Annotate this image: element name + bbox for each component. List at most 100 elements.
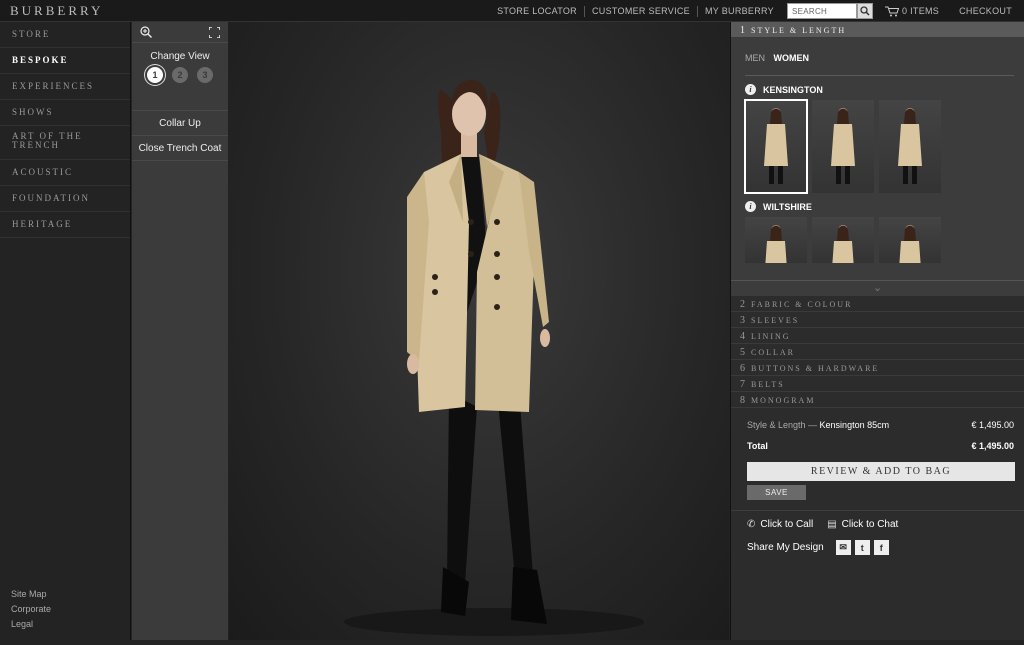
step-label: LINING [751, 332, 791, 341]
search-button[interactable] [856, 3, 873, 19]
cart-icon [884, 6, 899, 16]
step-style-length[interactable]: 1 STYLE & LENGTH [731, 22, 1024, 38]
view-panel: Change View 1 2 3 Collar Up Close Trench… [132, 22, 229, 640]
style-thumbnail[interactable] [744, 99, 808, 194]
step-label: BUTTONS & HARDWARE [751, 364, 880, 373]
chevron-down-icon[interactable]: ⌄ [731, 280, 1024, 294]
step-number: 4 [740, 331, 745, 342]
step-label: STYLE & LENGTH [751, 26, 847, 35]
facebook-icon[interactable]: f [873, 540, 889, 555]
wiltshire-thumbnails [745, 217, 1014, 263]
tab-women[interactable]: WOMEN [774, 53, 810, 63]
tab-men[interactable]: MEN [745, 53, 765, 63]
click-to-chat-link[interactable]: ▤ Click to Chat [827, 519, 898, 530]
group-name: WILTSHIRE [763, 201, 812, 212]
cart-count: 0 ITEMS [901, 6, 940, 16]
sidebar-item-heritage[interactable]: HERITAGE [0, 212, 130, 238]
style-thumbnail[interactable] [812, 217, 874, 263]
view-3-button[interactable]: 3 [197, 67, 213, 83]
review-add-to-bag-button[interactable]: REVIEW & ADD TO BAG [747, 462, 1015, 481]
step-label: FABRIC & COLOUR [751, 300, 853, 309]
chat-label: Click to Chat [841, 519, 899, 530]
corporate-link[interactable]: Corporate [11, 602, 51, 617]
phone-icon: ✆ [747, 519, 756, 530]
footer-links: Site Map Corporate Legal [11, 587, 51, 632]
contact-options: ✆ Click to Call ▤ Click to Chat [731, 511, 1024, 530]
search-input[interactable]: SEARCH [786, 3, 857, 19]
info-icon[interactable]: i [745, 201, 756, 212]
save-button[interactable]: SAVE [747, 485, 806, 500]
step-number: 1 [740, 25, 745, 36]
step-number: 7 [740, 379, 745, 390]
gender-tabs: MEN WOMEN [745, 38, 1014, 76]
close-trench-coat-option[interactable]: Close Trench Coat [132, 136, 228, 161]
top-links: STORE LOCATOR CUSTOMER SERVICE MY BURBER… [490, 0, 1024, 22]
step-label: SLEEVES [751, 316, 800, 325]
view-selector: 1 2 3 [132, 67, 228, 83]
zoom-in-icon[interactable] [140, 26, 152, 38]
model-stage [229, 22, 729, 640]
step-fabric-colour[interactable]: 2 FABRIC & COLOUR [731, 296, 1024, 312]
kensington-thumbnails [744, 99, 1014, 194]
legal-link[interactable]: Legal [11, 617, 51, 632]
brand-logo[interactable]: BURBERRY [10, 3, 103, 19]
sidebar-item-foundation[interactable]: FOUNDATION [0, 186, 130, 212]
step-sleeves[interactable]: 3 SLEEVES [731, 312, 1024, 328]
step-lining[interactable]: 4 LINING [731, 328, 1024, 344]
step-label: COLLAR [751, 348, 795, 357]
store-locator-link[interactable]: STORE LOCATOR [490, 6, 584, 17]
view-2-button[interactable]: 2 [172, 67, 188, 83]
cart-link[interactable]: 0 ITEMS [879, 6, 951, 17]
my-burberry-link[interactable]: MY BURBERRY [696, 5, 781, 17]
style-thumbnail[interactable] [879, 100, 941, 193]
chat-icon: ▤ [827, 519, 837, 530]
sidebar-item-bespoke[interactable]: BESPOKE [0, 48, 130, 74]
click-to-call-link[interactable]: ✆ Click to Call [747, 519, 813, 530]
email-icon[interactable]: ✉ [835, 540, 851, 555]
line-price: € 1,495.00 [971, 420, 1014, 430]
step-monogram[interactable]: 8 MONOGRAM [731, 392, 1024, 408]
sidebar-item-acoustic[interactable]: ACOUSTIC [0, 160, 130, 186]
group-title-wiltshire: i WILTSHIRE [745, 201, 1014, 212]
style-thumbnail[interactable] [812, 100, 874, 193]
share-label: Share My Design [747, 542, 824, 553]
change-view-label: Change View [150, 51, 210, 62]
config-panel: 1 STYLE & LENGTH MEN WOMEN i KENSINGTON i… [730, 22, 1024, 640]
collar-up-option[interactable]: Collar Up [132, 111, 228, 136]
step-label: MONOGRAM [751, 396, 816, 405]
fullscreen-icon[interactable] [209, 26, 220, 38]
total-price: € 1,495.00 [971, 441, 1014, 451]
order-summary: Style & Length — Kensington 85cm € 1,495… [731, 408, 1024, 500]
step-number: 5 [740, 347, 745, 358]
group-name: KENSINGTON [763, 84, 823, 95]
total-label: Total [747, 441, 768, 451]
step-label: BELTS [751, 380, 785, 389]
step-buttons-hardware[interactable]: 6 BUTTONS & HARDWARE [731, 360, 1024, 376]
step-number: 6 [740, 363, 745, 374]
step-collar[interactable]: 5 COLLAR [731, 344, 1024, 360]
summary-total: Total € 1,495.00 [747, 441, 1014, 451]
share-section: Share My Design ✉ t f [731, 530, 1024, 565]
change-view-section: Change View 1 2 3 [132, 43, 228, 111]
search-box: SEARCH [786, 3, 873, 19]
twitter-icon[interactable]: t [854, 540, 870, 555]
view-1-button[interactable]: 1 [147, 67, 163, 83]
model-image [344, 80, 644, 636]
info-icon[interactable]: i [745, 84, 756, 95]
sidebar-item-store[interactable]: STORE [0, 22, 130, 48]
step-number: 3 [740, 315, 745, 326]
style-thumbnail[interactable] [745, 217, 807, 263]
summary-line: Style & Length — Kensington 85cm € 1,495… [747, 420, 1014, 430]
step-belts[interactable]: 7 BELTS [731, 376, 1024, 392]
group-title-kensington: i KENSINGTON [745, 84, 1014, 95]
site-map-link[interactable]: Site Map [11, 587, 51, 602]
customer-service-link[interactable]: CUSTOMER SERVICE [583, 5, 697, 17]
view-tools [132, 22, 228, 43]
sidebar-item-art-of-the-trench[interactable]: ART OF THE TRENCH [0, 126, 130, 160]
sidebar: STORE BESPOKE EXPERIENCES SHOWS ART OF T… [0, 22, 131, 640]
line-value: Kensington 85cm [819, 420, 890, 430]
checkout-link[interactable]: CHECKOUT [951, 6, 1024, 16]
style-thumbnail[interactable] [879, 217, 941, 263]
sidebar-item-experiences[interactable]: EXPERIENCES [0, 74, 130, 100]
sidebar-item-shows[interactable]: SHOWS [0, 100, 130, 126]
